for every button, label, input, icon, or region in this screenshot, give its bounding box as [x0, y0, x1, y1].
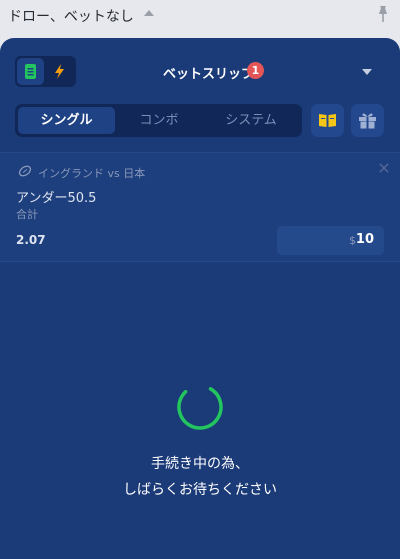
lightning-icon [55, 64, 64, 79]
bet-type-tabs: シングル コンボ システム [15, 104, 302, 137]
rules-button[interactable] [311, 104, 344, 137]
odds-value: 2.07 [16, 233, 46, 247]
document-icon [25, 64, 36, 79]
market-name: 合計 [16, 208, 38, 221]
betslip-title: ベットスリップ [163, 67, 255, 82]
caret-up-icon[interactable] [143, 8, 155, 18]
tab-system[interactable]: システム [203, 107, 299, 134]
quick-bet-mode-button[interactable] [46, 58, 73, 85]
loading-line-1: 手続き中の為、 [151, 456, 249, 472]
gift-button[interactable] [351, 104, 384, 137]
chevron-down-icon[interactable] [362, 68, 372, 76]
betslip-panel: ベットスリップ 1 シングル コンボ システム イングランド vs 日本 アンダ… [0, 38, 400, 559]
tab-combo[interactable]: コンボ [115, 107, 203, 134]
stake-input[interactable]: $ 10 [277, 226, 384, 255]
top-bar: ドロー、ベットなし [0, 0, 400, 40]
football-icon [18, 165, 32, 177]
collapsed-market-title[interactable]: ドロー、ベットなし [8, 6, 134, 26]
book-icon [319, 114, 336, 127]
bet-item: イングランド vs 日本 アンダー50.5 合計 2.07 $ 10 [0, 152, 400, 262]
stake-amount: 10 [355, 232, 374, 247]
gift-icon [359, 113, 376, 129]
loading-spinner [177, 384, 223, 430]
mode-toggle [15, 56, 76, 87]
pin-icon[interactable] [375, 5, 391, 23]
document-mode-button[interactable] [17, 58, 44, 85]
match-name: イングランド vs 日本 [38, 167, 146, 180]
close-icon[interactable] [378, 162, 390, 174]
loading-message: 手続き中の為、 しばらくお待ちください [0, 451, 400, 503]
bet-count-badge: 1 [247, 62, 264, 79]
loading-line-2: しばらくお待ちください [123, 482, 277, 498]
tab-single[interactable]: シングル [18, 107, 115, 134]
bet-selection: アンダー50.5 [16, 191, 97, 206]
